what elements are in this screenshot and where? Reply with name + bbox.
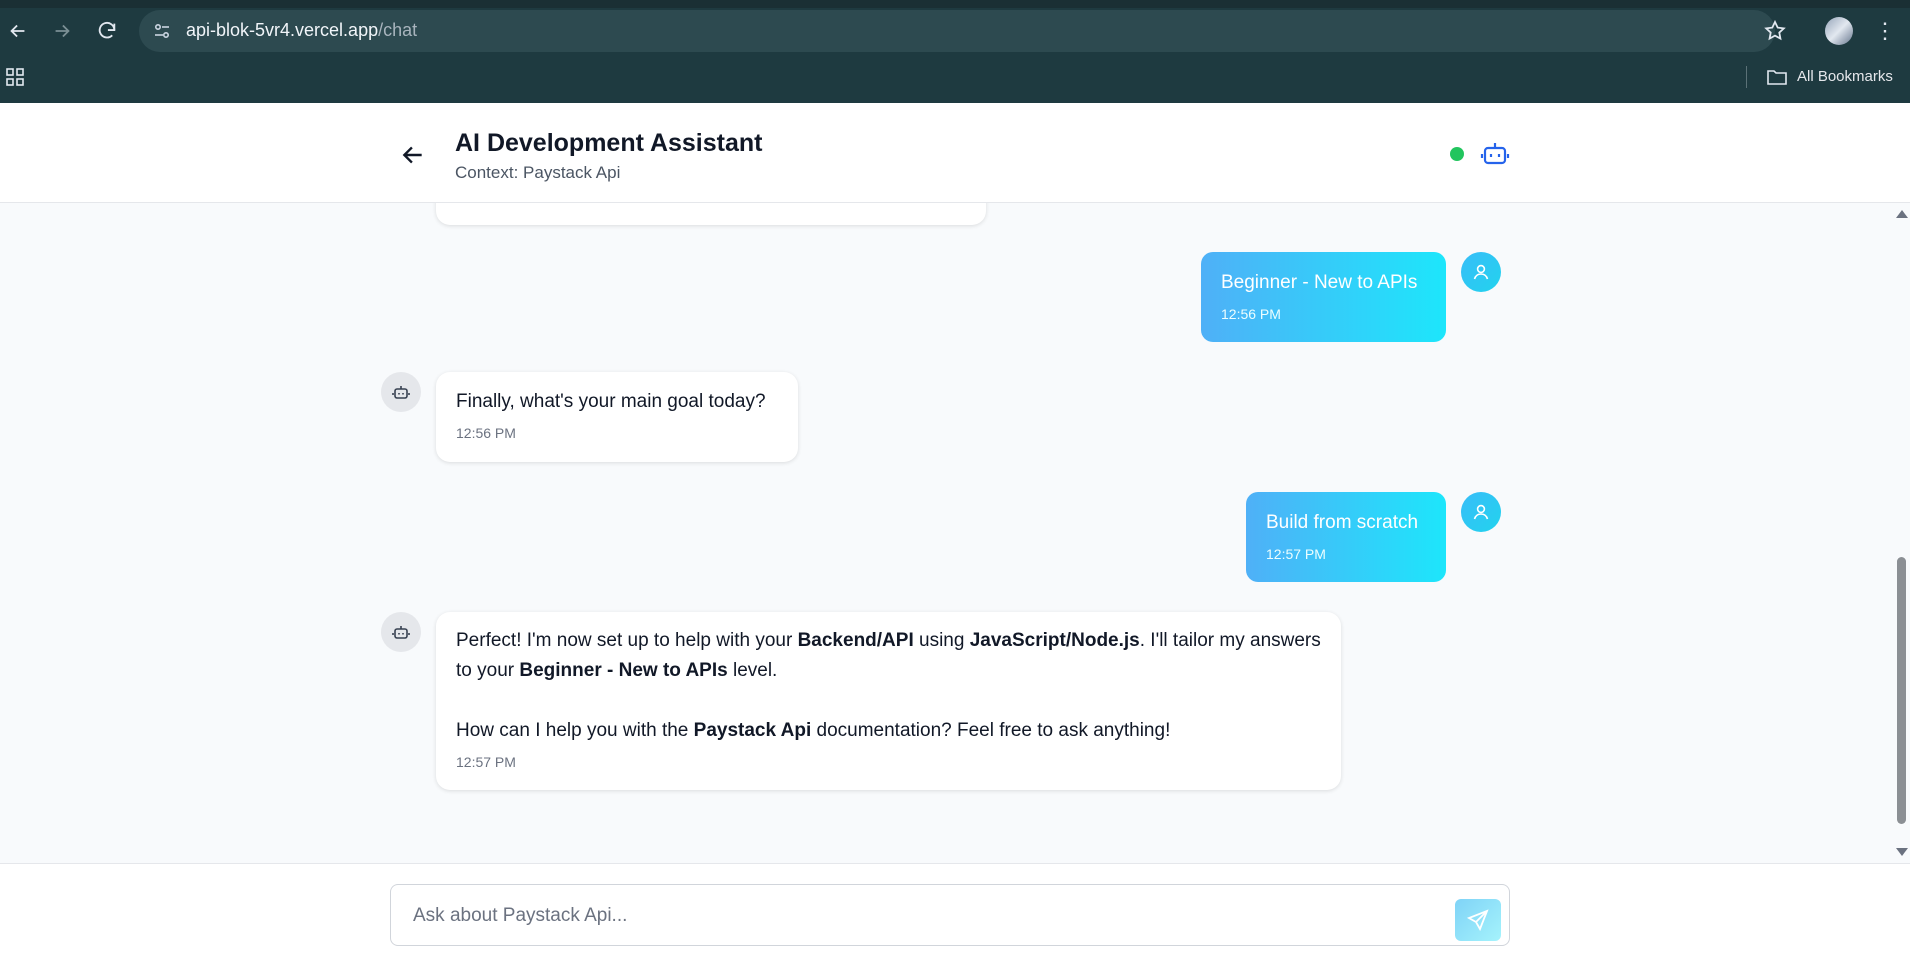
tab-strip: [0, 0, 1910, 8]
browser-menu-icon[interactable]: ⋮: [1874, 18, 1896, 44]
user-message-bubble: Beginner - New to APIs 12:56 PM: [1201, 252, 1446, 342]
user-avatar: [1461, 252, 1501, 292]
message-composer: [0, 863, 1910, 967]
assistant-message-bubble: Finally, what's your main goal today? 12…: [436, 372, 798, 462]
bold-text: Paystack Api: [693, 720, 812, 741]
user-message-bubble: Build from scratch 12:57 PM: [1246, 492, 1446, 582]
bookmarks-divider: [1746, 66, 1747, 88]
all-bookmarks-link[interactable]: All Bookmarks: [1797, 68, 1893, 85]
bot-icon: [392, 386, 410, 399]
browser-back-button[interactable]: [4, 17, 32, 45]
browser-forward-button[interactable]: [48, 17, 76, 45]
assistant-avatar: [381, 612, 421, 652]
message-text: Beginner - New to APIs: [1221, 272, 1418, 293]
text-run: documentation? Feel free to ask anything…: [811, 720, 1171, 741]
message-text: Build from scratch: [1266, 512, 1419, 533]
scrollbar-thumb[interactable]: [1897, 557, 1906, 824]
previous-assistant-bubble: [436, 203, 986, 225]
message-input-wrapper: [390, 884, 1510, 947]
browser-toolbar: api-blok-5vr4.vercel.app/chat ⋮ All Book…: [0, 0, 1910, 103]
page-title: AI Development Assistant: [455, 129, 763, 157]
arrow-left-icon: [10, 24, 25, 38]
chat-header: AI Development Assistant Context: Paysta…: [0, 103, 1910, 203]
back-button[interactable]: [400, 142, 426, 168]
assistant-avatar: [381, 372, 421, 412]
page-subtitle: Context: Paystack Api: [455, 163, 621, 182]
online-status-indicator: [1450, 147, 1464, 161]
user-avatar: [1461, 492, 1501, 532]
bold-text: JavaScript/Node.js: [969, 630, 1140, 651]
site-info-icon[interactable]: [152, 21, 172, 41]
text-run: Perfect! I'm now set up to help with you…: [456, 630, 798, 651]
text-run: level.: [727, 660, 778, 681]
send-button[interactable]: [1455, 899, 1501, 941]
reload-icon: [98, 21, 116, 39]
message-input[interactable]: [411, 885, 1435, 947]
chat-messages[interactable]: Beginner - New to APIs 12:56 PM Finally,…: [0, 203, 1910, 863]
message-time: 12:56 PM: [1221, 306, 1281, 322]
bot-icon: [1480, 139, 1510, 169]
user-icon: [1473, 504, 1489, 520]
url-host: api-blok-5vr4.vercel.app: [186, 20, 379, 40]
url-text[interactable]: api-blok-5vr4.vercel.app/chat: [186, 20, 417, 41]
assistant-message-bubble: Perfect! I'm now set up to help with you…: [436, 612, 1341, 790]
message-time: 12:57 PM: [1266, 546, 1326, 562]
message-time: 12:56 PM: [456, 425, 516, 441]
user-icon: [1473, 264, 1489, 280]
profile-avatar[interactable]: [1825, 17, 1853, 45]
scroll-up-arrow[interactable]: [1896, 210, 1908, 218]
arrow-right-icon: [55, 24, 70, 38]
message-paragraph: How can I help you with the Paystack Api…: [456, 716, 1321, 746]
bot-icon: [392, 626, 410, 639]
folder-icon[interactable]: [1766, 67, 1788, 87]
text-run: How can I help you with the: [456, 720, 694, 741]
send-icon: [1466, 909, 1489, 932]
browser-reload-button[interactable]: [93, 17, 121, 45]
bold-text: Backend/API: [797, 630, 914, 651]
bold-text: Beginner - New to APIs: [519, 660, 728, 681]
apps-grid-icon[interactable]: [6, 68, 24, 86]
message-text: Finally, what's your main goal today?: [456, 391, 766, 412]
bookmark-star-icon[interactable]: [1763, 19, 1787, 43]
message-time: 12:57 PM: [456, 754, 516, 770]
message-paragraph: Perfect! I'm now set up to help with you…: [456, 626, 1321, 686]
url-path: /chat: [378, 20, 418, 40]
arrow-left-icon: [402, 146, 422, 164]
text-run: using: [913, 630, 970, 651]
scroll-down-arrow[interactable]: [1896, 848, 1908, 856]
